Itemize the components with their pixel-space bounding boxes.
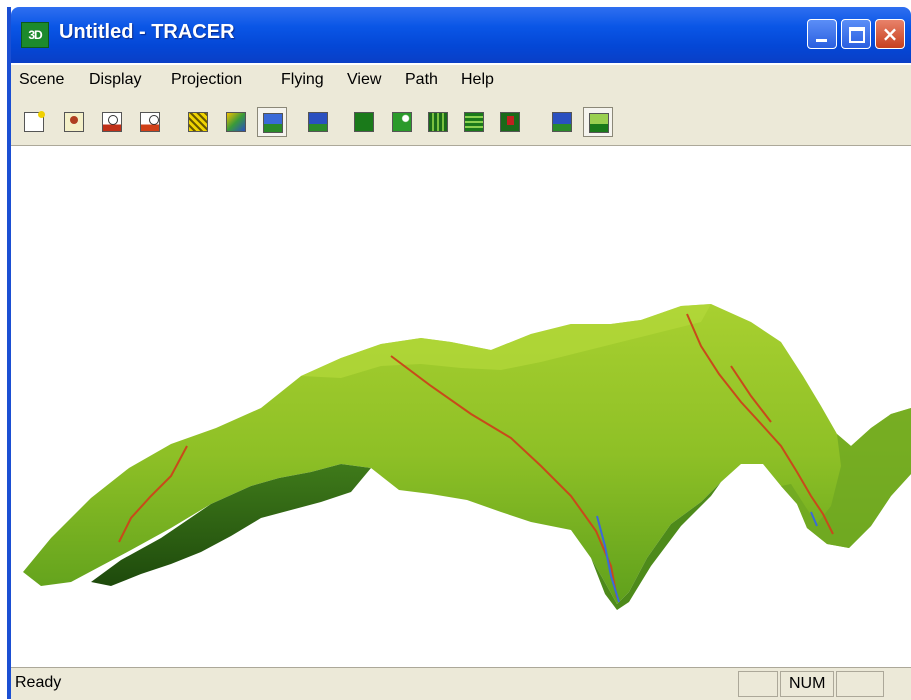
mountain-blue-icon xyxy=(552,112,572,132)
status-pane-scroll xyxy=(836,671,884,697)
green-square-icon xyxy=(354,112,374,132)
terrain-render xyxy=(23,304,911,610)
open-scene-icon xyxy=(64,112,84,132)
status-pane-blank xyxy=(738,671,778,697)
green-curve-icon xyxy=(392,112,412,132)
green-square-button[interactable] xyxy=(349,107,379,137)
terrain-grid-alt-button[interactable] xyxy=(459,107,489,137)
terrain-person-icon xyxy=(102,112,122,132)
menu-help[interactable]: Help xyxy=(461,71,494,89)
new-document-icon xyxy=(24,111,45,132)
toolbar xyxy=(11,99,911,146)
menu-display[interactable]: Display xyxy=(89,71,141,89)
terrain-person-alt-button[interactable] xyxy=(135,107,165,137)
texture-yellow-icon xyxy=(188,112,208,132)
mountain-blue-button[interactable] xyxy=(547,107,577,137)
mountain-green-button[interactable] xyxy=(583,107,613,137)
landscape-view-button[interactable] xyxy=(257,107,287,137)
landscape-view-icon xyxy=(263,113,283,133)
green-curve-button[interactable] xyxy=(387,107,417,137)
terrain-person-button[interactable] xyxy=(97,107,127,137)
open-scene-button[interactable] xyxy=(59,107,89,137)
terrain-viewport[interactable] xyxy=(11,146,911,667)
close-icon: × xyxy=(881,22,899,46)
close-button[interactable]: × xyxy=(875,19,905,49)
terrain-person-alt-icon xyxy=(140,112,160,132)
flag-path-icon xyxy=(308,112,328,132)
minimize-button[interactable] xyxy=(807,19,837,49)
status-num: NUM xyxy=(780,671,834,697)
menu-projection[interactable]: Projection xyxy=(171,71,242,89)
texture-map-icon xyxy=(226,112,246,132)
terrain-grid-icon xyxy=(428,112,448,132)
menu-flying[interactable]: Flying xyxy=(281,71,324,89)
menu-scene[interactable]: Scene xyxy=(19,71,64,89)
status-text: Ready xyxy=(15,674,62,691)
title-bar[interactable]: 3D Untitled - TRACER × xyxy=(11,7,911,63)
window-title: Untitled - TRACER xyxy=(59,21,235,43)
menu-path[interactable]: Path xyxy=(405,71,438,89)
maximize-button[interactable] xyxy=(841,19,871,49)
flag-path-button[interactable] xyxy=(303,107,333,137)
menu-bar: Scene Display Projection Flying View Pat… xyxy=(11,65,911,99)
status-bar: Ready NUM xyxy=(11,667,911,700)
mountain-green-icon xyxy=(589,113,609,133)
texture-map-button[interactable] xyxy=(221,107,251,137)
menu-view[interactable]: View xyxy=(347,71,381,89)
new-button[interactable] xyxy=(19,107,49,137)
terrain-grid-alt-icon xyxy=(464,112,484,132)
app-window: 3D Untitled - TRACER × Scene Display Pro… xyxy=(7,7,911,700)
texture-yellow-button[interactable] xyxy=(183,107,213,137)
terrain-grid-button[interactable] xyxy=(423,107,453,137)
marker-button[interactable] xyxy=(495,107,525,137)
marker-icon xyxy=(500,112,520,132)
app-icon: 3D xyxy=(21,22,49,48)
